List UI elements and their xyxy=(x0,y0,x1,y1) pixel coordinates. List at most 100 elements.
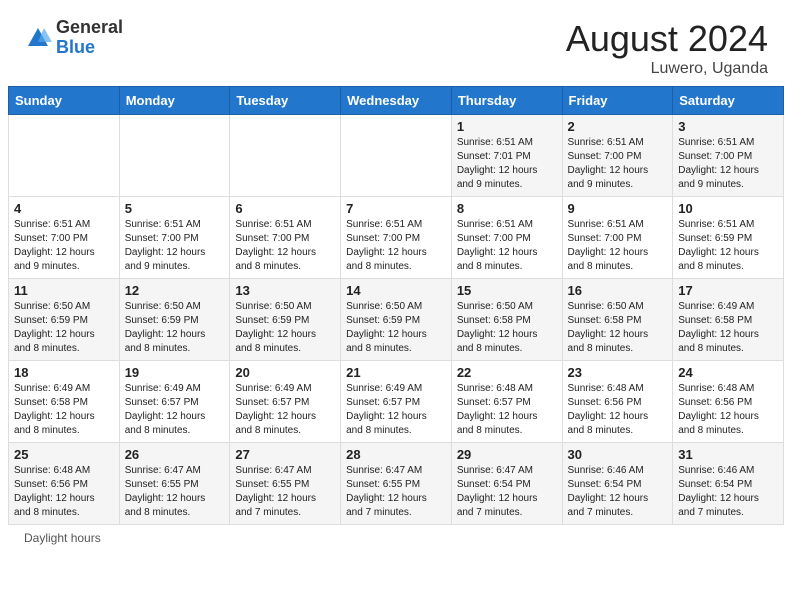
calendar-day-header: Friday xyxy=(562,87,673,115)
day-info: Sunrise: 6:51 AM Sunset: 7:00 PM Dayligh… xyxy=(568,136,668,192)
day-number: 26 xyxy=(125,447,225,462)
calendar-cell: 12 Sunrise: 6:50 AM Sunset: 6:59 PM Dayli… xyxy=(119,279,230,361)
calendar-day-header: Saturday xyxy=(673,87,784,115)
calendar-cell: 7 Sunrise: 6:51 AM Sunset: 7:00 PM Daylig… xyxy=(341,197,452,279)
calendar-cell: 3 Sunrise: 6:51 AM Sunset: 7:00 PM Daylig… xyxy=(673,115,784,197)
calendar-week-row: 18Sunrise: 6:49 AM Sunset: 6:58 PM Dayli… xyxy=(9,361,784,443)
calendar-cell: 6Sunrise: 6:51 AM Sunset: 7:00 PM Daylig… xyxy=(230,197,341,279)
calendar-cell: 13 Sunrise: 6:50 AM Sunset: 6:59 PM Dayli… xyxy=(230,279,341,361)
day-info: Sunrise: 6:47 AM Sunset: 6:54 PM Dayligh… xyxy=(457,464,557,520)
calendar-cell xyxy=(9,115,120,197)
calendar-cell: 10 Sunrise: 6:51 AM Sunset: 6:59 PM Dayli… xyxy=(673,197,784,279)
calendar-cell: 20Sunrise: 6:49 AM Sunset: 6:57 PM Dayli… xyxy=(230,361,341,443)
calendar-cell xyxy=(119,115,230,197)
day-info: Sunrise: 6:50 AM Sunset: 6:59 PM Dayligh… xyxy=(346,300,446,356)
calendar-day-header: Wednesday xyxy=(341,87,452,115)
calendar-cell: 23 Sunrise: 6:48 AM Sunset: 6:56 PM Dayli… xyxy=(562,361,673,443)
calendar-cell: 21Sunrise: 6:49 AM Sunset: 6:57 PM Dayli… xyxy=(341,361,452,443)
day-info: Sunrise: 6:47 AM Sunset: 6:55 PM Dayligh… xyxy=(346,464,446,520)
day-number: 1 xyxy=(457,119,557,134)
day-info: Sunrise: 6:51 AM Sunset: 7:00 PM Dayligh… xyxy=(568,218,668,274)
calendar-cell: 11Sunrise: 6:50 AM Sunset: 6:59 PM Dayli… xyxy=(9,279,120,361)
day-number: 12 xyxy=(125,283,225,298)
daylight-hours-label: Daylight hours xyxy=(24,531,101,545)
calendar-cell: 2 Sunrise: 6:51 AM Sunset: 7:00 PM Daylig… xyxy=(562,115,673,197)
logo-icon xyxy=(24,24,52,52)
calendar-cell: 26 Sunrise: 6:47 AM Sunset: 6:55 PM Dayli… xyxy=(119,443,230,525)
day-number: 27 xyxy=(235,447,335,462)
calendar-cell: 8 Sunrise: 6:51 AM Sunset: 7:00 PM Daylig… xyxy=(451,197,562,279)
day-info: Sunrise: 6:50 AM Sunset: 6:59 PM Dayligh… xyxy=(235,300,335,356)
day-number: 19 xyxy=(125,365,225,380)
day-number: 28 xyxy=(346,447,446,462)
day-info: Sunrise: 6:49 AM Sunset: 6:57 PM Dayligh… xyxy=(125,382,225,438)
day-info: Sunrise: 6:46 AM Sunset: 6:54 PM Dayligh… xyxy=(568,464,668,520)
calendar-cell: 1 Sunrise: 6:51 AM Sunset: 7:01 PM Daylig… xyxy=(451,115,562,197)
calendar-week-row: 11Sunrise: 6:50 AM Sunset: 6:59 PM Dayli… xyxy=(9,279,784,361)
day-number: 6 xyxy=(235,201,335,216)
day-info: Sunrise: 6:47 AM Sunset: 6:55 PM Dayligh… xyxy=(235,464,335,520)
day-number: 9 xyxy=(568,201,668,216)
day-number: 4 xyxy=(14,201,114,216)
calendar-cell: 14 Sunrise: 6:50 AM Sunset: 6:59 PM Dayli… xyxy=(341,279,452,361)
page-header: General Blue August 2024 Luwero, Uganda xyxy=(0,0,792,86)
day-number: 8 xyxy=(457,201,557,216)
calendar-cell: 24 Sunrise: 6:48 AM Sunset: 6:56 PM Dayli… xyxy=(673,361,784,443)
calendar-cell: 16Sunrise: 6:50 AM Sunset: 6:58 PM Dayli… xyxy=(562,279,673,361)
day-number: 15 xyxy=(457,283,557,298)
day-info: Sunrise: 6:50 AM Sunset: 6:58 PM Dayligh… xyxy=(457,300,557,356)
day-info: Sunrise: 6:51 AM Sunset: 7:00 PM Dayligh… xyxy=(346,218,446,274)
day-number: 24 xyxy=(678,365,778,380)
day-number: 21 xyxy=(346,365,446,380)
calendar-cell: 5Sunrise: 6:51 AM Sunset: 7:00 PM Daylig… xyxy=(119,197,230,279)
day-info: Sunrise: 6:48 AM Sunset: 6:56 PM Dayligh… xyxy=(14,464,114,520)
day-number: 23 xyxy=(568,365,668,380)
day-number: 17 xyxy=(678,283,778,298)
calendar-cell xyxy=(341,115,452,197)
day-number: 25 xyxy=(14,447,114,462)
day-info: Sunrise: 6:47 AM Sunset: 6:55 PM Dayligh… xyxy=(125,464,225,520)
day-info: Sunrise: 6:49 AM Sunset: 6:58 PM Dayligh… xyxy=(678,300,778,356)
logo-general-text: General xyxy=(56,18,123,38)
day-info: Sunrise: 6:48 AM Sunset: 6:57 PM Dayligh… xyxy=(457,382,557,438)
calendar-cell: 4 Sunrise: 6:51 AM Sunset: 7:00 PM Daylig… xyxy=(9,197,120,279)
calendar-cell: 29 Sunrise: 6:47 AM Sunset: 6:54 PM Dayli… xyxy=(451,443,562,525)
calendar-cell xyxy=(230,115,341,197)
calendar-week-row: 1 Sunrise: 6:51 AM Sunset: 7:01 PM Daylig… xyxy=(9,115,784,197)
calendar-table: SundayMondayTuesdayWednesdayThursdayFrid… xyxy=(8,86,784,525)
day-info: Sunrise: 6:51 AM Sunset: 7:00 PM Dayligh… xyxy=(14,218,114,274)
logo-text: General Blue xyxy=(56,18,123,58)
day-info: Sunrise: 6:51 AM Sunset: 7:00 PM Dayligh… xyxy=(457,218,557,274)
day-number: 14 xyxy=(346,283,446,298)
footer: Daylight hours xyxy=(0,525,792,551)
day-number: 7 xyxy=(346,201,446,216)
calendar-cell: 27 Sunrise: 6:47 AM Sunset: 6:55 PM Dayli… xyxy=(230,443,341,525)
day-info: Sunrise: 6:50 AM Sunset: 6:59 PM Dayligh… xyxy=(125,300,225,356)
calendar-cell: 31 Sunrise: 6:46 AM Sunset: 6:54 PM Dayli… xyxy=(673,443,784,525)
calendar-cell: 17 Sunrise: 6:49 AM Sunset: 6:58 PM Dayli… xyxy=(673,279,784,361)
day-number: 22 xyxy=(457,365,557,380)
day-number: 2 xyxy=(568,119,668,134)
calendar-cell: 28 Sunrise: 6:47 AM Sunset: 6:55 PM Dayli… xyxy=(341,443,452,525)
day-info: Sunrise: 6:46 AM Sunset: 6:54 PM Dayligh… xyxy=(678,464,778,520)
day-info: Sunrise: 6:48 AM Sunset: 6:56 PM Dayligh… xyxy=(678,382,778,438)
day-info: Sunrise: 6:51 AM Sunset: 7:00 PM Dayligh… xyxy=(125,218,225,274)
day-info: Sunrise: 6:51 AM Sunset: 7:00 PM Dayligh… xyxy=(678,136,778,192)
calendar-week-row: 4 Sunrise: 6:51 AM Sunset: 7:00 PM Daylig… xyxy=(9,197,784,279)
calendar-day-header: Thursday xyxy=(451,87,562,115)
day-number: 3 xyxy=(678,119,778,134)
day-number: 20 xyxy=(235,365,335,380)
day-info: Sunrise: 6:48 AM Sunset: 6:56 PM Dayligh… xyxy=(568,382,668,438)
day-info: Sunrise: 6:51 AM Sunset: 6:59 PM Dayligh… xyxy=(678,218,778,274)
calendar-cell: 30Sunrise: 6:46 AM Sunset: 6:54 PM Dayli… xyxy=(562,443,673,525)
calendar-day-header: Monday xyxy=(119,87,230,115)
calendar-header-row: SundayMondayTuesdayWednesdayThursdayFrid… xyxy=(9,87,784,115)
day-number: 31 xyxy=(678,447,778,462)
day-info: Sunrise: 6:50 AM Sunset: 6:58 PM Dayligh… xyxy=(568,300,668,356)
day-number: 29 xyxy=(457,447,557,462)
day-number: 13 xyxy=(235,283,335,298)
day-info: Sunrise: 6:51 AM Sunset: 7:01 PM Dayligh… xyxy=(457,136,557,192)
day-number: 10 xyxy=(678,201,778,216)
month-year-title: August 2024 xyxy=(566,18,768,60)
calendar-cell: 9 Sunrise: 6:51 AM Sunset: 7:00 PM Daylig… xyxy=(562,197,673,279)
